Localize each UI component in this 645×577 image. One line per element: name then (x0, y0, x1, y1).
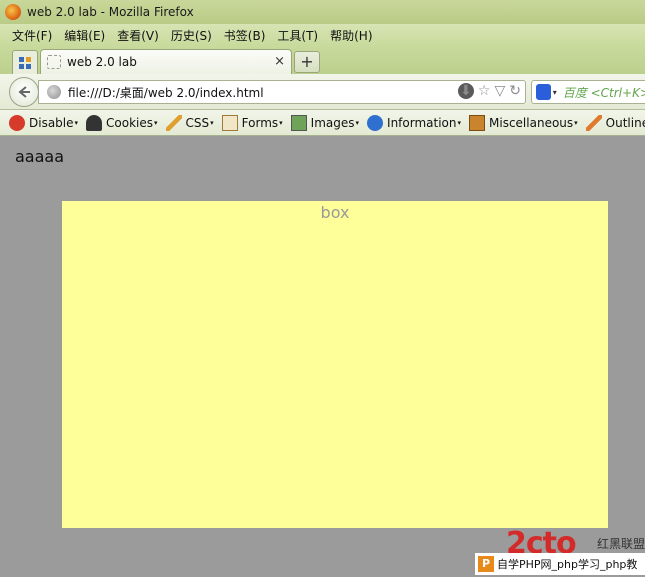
tab-strip: web 2.0 lab × + (0, 46, 645, 74)
menu-bar: 文件(F) 编辑(E) 查看(V) 历史(S) 书签(B) 工具(T) 帮助(H… (0, 24, 645, 46)
information-icon (367, 114, 384, 131)
tab-close-icon[interactable]: × (274, 54, 285, 69)
outline-icon (585, 114, 602, 131)
new-tab-button[interactable]: + (294, 51, 320, 73)
cookie-icon (86, 114, 103, 131)
devbar-images[interactable]: Images ▾ (290, 114, 359, 131)
menu-view[interactable]: 查看(V) (111, 27, 165, 44)
disable-icon (9, 114, 25, 131)
window-title: web 2.0 lab - Mozilla Firefox (27, 5, 194, 19)
devbar-forms[interactable]: Forms ▾ (221, 114, 283, 131)
miscellaneous-icon (469, 114, 486, 131)
devbar-information[interactable]: Information ▾ (367, 114, 461, 131)
yellow-box: box (62, 201, 608, 528)
page-favicon-icon (47, 55, 61, 69)
back-button[interactable] (9, 77, 39, 107)
css-pencil-icon (165, 114, 182, 131)
tab-groups-icon (19, 56, 31, 69)
reload-icon[interactable]: ↻ (509, 83, 521, 99)
bookmark-star-icon[interactable]: ☆ (478, 83, 491, 99)
box-label: box (320, 203, 350, 222)
url-actions: ⬇ ☆ ▽ ↻ (457, 83, 521, 99)
navigation-bar: file:///D:/桌面/web 2.0/index.html ⬇ ☆ ▽ ↻… (0, 74, 645, 110)
menu-tools[interactable]: 工具(T) (271, 27, 324, 44)
engine-dropdown-icon[interactable]: ▾ (553, 88, 557, 97)
baidu-engine-icon[interactable] (536, 84, 551, 100)
forms-icon (221, 114, 238, 131)
tab-web-lab[interactable]: web 2.0 lab × (40, 49, 292, 74)
page-content: aaaaa box (0, 137, 645, 577)
watermark-subtitle: 红黑联盟 (597, 537, 645, 551)
devbar-miscellaneous[interactable]: Miscellaneous ▾ (469, 114, 578, 131)
site-identity-icon[interactable] (47, 85, 61, 99)
menu-file[interactable]: 文件(F) (6, 27, 58, 44)
php-site-icon: P (478, 556, 494, 572)
window-titlebar: web 2.0 lab - Mozilla Firefox (0, 0, 645, 24)
tab-groups-button[interactable] (12, 50, 38, 74)
menu-edit[interactable]: 编辑(E) (58, 27, 111, 44)
firefox-logo-icon (5, 4, 21, 20)
tab-label: web 2.0 lab (67, 55, 137, 69)
page-body-text: aaaaa (15, 147, 65, 166)
back-arrow-icon (18, 86, 30, 98)
devbar-outline[interactable]: Outline▾ (585, 114, 645, 131)
search-input[interactable]: 百度 <Ctrl+K> (563, 84, 645, 101)
download-icon[interactable]: ⬇ (457, 83, 474, 99)
devbar-disable[interactable]: Disable ▾ (9, 114, 78, 131)
images-icon (290, 114, 307, 131)
url-input[interactable]: file:///D:/桌面/web 2.0/index.html (68, 84, 264, 101)
menu-bookmarks[interactable]: 书签(B) (218, 27, 272, 44)
watermark-text: 自学PHP网_php学习_php教 (497, 558, 638, 571)
history-dropdown-icon[interactable]: ▽ (494, 83, 505, 99)
search-bar[interactable]: ▾ 百度 <Ctrl+K> (531, 80, 645, 104)
url-bar[interactable]: file:///D:/桌面/web 2.0/index.html ⬇ ☆ ▽ ↻ (38, 80, 526, 104)
devbar-css[interactable]: CSS ▾ (165, 114, 214, 131)
menu-help[interactable]: 帮助(H) (324, 27, 378, 44)
watermark-bar: P 自学PHP网_php学习_php教 (475, 553, 645, 575)
web-developer-toolbar: Disable ▾ Cookies ▾ CSS ▾ Forms ▾ Images ▾ In… (0, 110, 645, 136)
menu-history[interactable]: 历史(S) (165, 27, 218, 44)
devbar-cookies[interactable]: Cookies ▾ (86, 114, 158, 131)
